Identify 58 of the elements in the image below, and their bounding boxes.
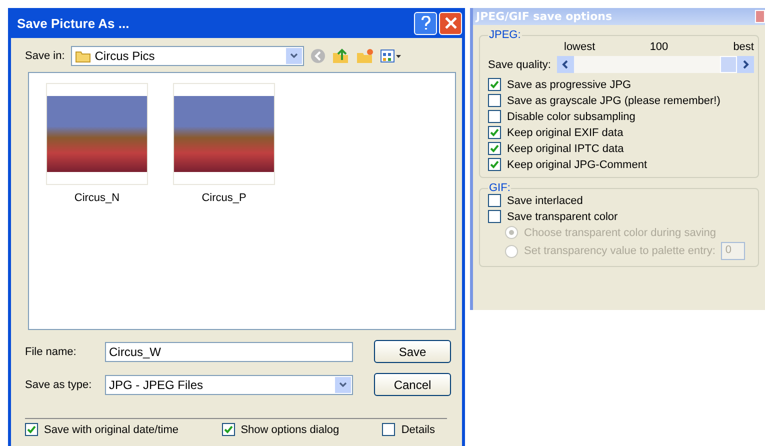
option-label: Choose transparent color during saving xyxy=(524,226,716,238)
scale-value: 100 xyxy=(648,41,670,53)
save-as-type-label: Save as type: xyxy=(25,378,93,390)
option-label: Save with original date/time xyxy=(44,424,179,436)
option-label: Save transparent color xyxy=(507,210,618,222)
scale-min-label: lowest xyxy=(564,41,596,53)
group-legend: GIF: xyxy=(488,182,512,194)
scale-max-label: best xyxy=(732,41,754,53)
group-legend: JPEG: xyxy=(488,29,522,41)
help-icon xyxy=(420,16,430,30)
save-button[interactable]: Save xyxy=(374,340,451,363)
checkbox[interactable] xyxy=(382,423,396,436)
option-label: Keep original EXIF data xyxy=(507,126,624,138)
scroll-left-button[interactable] xyxy=(556,56,574,73)
option-label: Set transparency value to palette entry: xyxy=(524,245,716,257)
file-name[interactable]: Circus_N xyxy=(72,191,122,205)
file-name-field[interactable]: Circus_W xyxy=(105,342,353,362)
quality-label: Save quality: xyxy=(488,58,551,70)
file-name[interactable]: Circus_P xyxy=(200,191,248,205)
checkbox[interactable] xyxy=(488,110,501,123)
option-label: Keep original IPTC data xyxy=(507,142,624,154)
checkbox[interactable] xyxy=(488,126,501,139)
close-icon xyxy=(444,17,456,29)
checkbox[interactable] xyxy=(222,423,235,436)
save-as-type-dropdown[interactable]: JPG - JPEG Files xyxy=(105,374,353,394)
slider-thumb[interactable] xyxy=(720,56,737,73)
option-label: Save as progressive JPG xyxy=(507,78,632,90)
chevron-left-icon xyxy=(562,60,568,69)
up-folder-icon[interactable] xyxy=(332,48,350,64)
file-thumbnail[interactable] xyxy=(46,83,148,185)
option-label: Keep original JPG-Comment xyxy=(507,158,648,170)
save-in-label: Save in: xyxy=(25,50,65,62)
option-label: Save as grayscale JPG (please remember!) xyxy=(507,94,720,106)
chevron-right-icon xyxy=(742,60,748,69)
close-button[interactable] xyxy=(439,12,462,34)
option-label: Show options dialog xyxy=(240,424,340,436)
view-menu-icon[interactable] xyxy=(380,49,402,63)
checkbox[interactable] xyxy=(488,210,501,223)
caret-icon xyxy=(290,53,298,59)
option-label: Disable color subsampling xyxy=(507,110,636,122)
option-label: Details xyxy=(401,424,435,436)
window-title: Save Picture As ... xyxy=(17,16,130,30)
cancel-button[interactable]: Cancel xyxy=(374,373,451,396)
save-in-dropdown[interactable]: Circus Pics xyxy=(70,46,304,66)
checkbox[interactable] xyxy=(488,94,501,107)
checkbox[interactable] xyxy=(25,423,38,436)
help-button[interactable] xyxy=(414,12,437,34)
checkbox[interactable] xyxy=(488,158,501,171)
option-label: Save interlaced xyxy=(507,194,583,206)
checkbox[interactable] xyxy=(488,194,501,207)
checkbox[interactable] xyxy=(488,78,501,91)
folder-icon xyxy=(74,50,91,62)
file-name-label: File name: xyxy=(25,346,78,358)
panel-title: JPEG/GIF save options xyxy=(476,10,612,23)
scroll-right-button[interactable] xyxy=(737,56,754,73)
caret-icon xyxy=(339,382,347,388)
file-thumbnail[interactable] xyxy=(173,83,275,185)
checkbox[interactable] xyxy=(488,142,501,155)
